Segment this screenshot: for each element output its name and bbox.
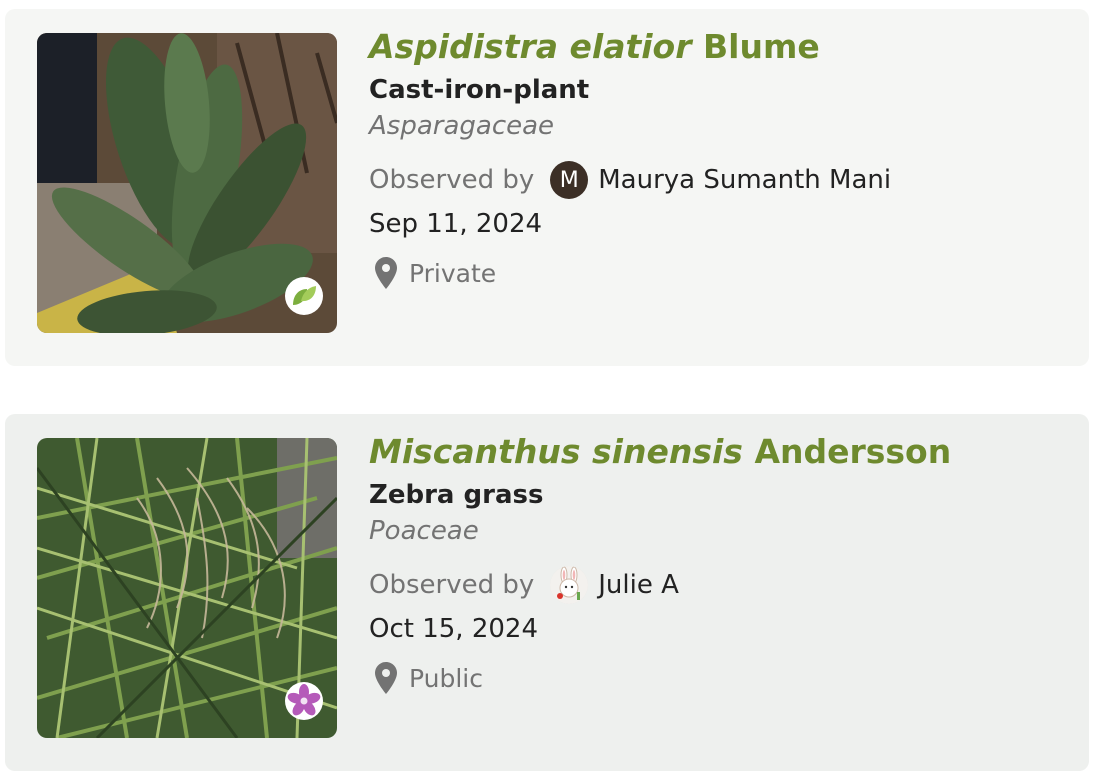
location-row: Private xyxy=(369,257,1079,290)
observer-row: Observed by M Maurya Sumanth Mani xyxy=(369,161,1079,200)
avatar[interactable]: M xyxy=(550,161,589,200)
scientific-name[interactable]: Miscanthus sinensis Andersson xyxy=(369,432,1079,471)
flower-icon xyxy=(285,682,323,720)
observation-date: Oct 15, 2024 xyxy=(369,614,538,645)
observed-by-label: Observed by xyxy=(369,165,535,196)
observation-card[interactable]: Aspidistra elatior Blume Cast-iron-plant… xyxy=(5,9,1089,366)
location-row: Public xyxy=(369,662,1079,695)
observation-info: Miscanthus sinensis Andersson Zebra gras… xyxy=(369,432,1079,695)
authority: Andersson xyxy=(754,432,952,471)
map-pin-icon xyxy=(375,662,397,695)
observation-date: Sep 11, 2024 xyxy=(369,209,543,240)
observation-card[interactable]: Miscanthus sinensis Andersson Zebra gras… xyxy=(5,414,1089,771)
map-pin-icon xyxy=(375,257,397,290)
avatar[interactable] xyxy=(550,566,589,605)
leaf-icon xyxy=(285,277,323,315)
genus-species[interactable]: Miscanthus sinensis xyxy=(369,432,743,471)
observation-photo[interactable] xyxy=(37,438,337,738)
location-label: Private xyxy=(409,258,497,288)
observer-row: Observed by Julie A xyxy=(369,566,1079,605)
family-name: Asparagaceae xyxy=(369,111,555,142)
location-label: Public xyxy=(409,663,483,693)
common-name: Zebra grass xyxy=(369,480,544,511)
observation-photo[interactable] xyxy=(37,33,337,333)
authority: Blume xyxy=(703,27,820,66)
observation-info: Aspidistra elatior Blume Cast-iron-plant… xyxy=(369,27,1079,290)
family-name: Poaceae xyxy=(369,516,479,547)
scientific-name[interactable]: Aspidistra elatior Blume xyxy=(369,27,1079,66)
observer-name[interactable]: Maurya Sumanth Mani xyxy=(598,165,891,195)
bunny-avatar-icon xyxy=(550,566,589,605)
observer-name[interactable]: Julie A xyxy=(598,570,679,600)
observed-by-label: Observed by xyxy=(369,570,535,601)
genus-species[interactable]: Aspidistra elatior xyxy=(369,27,692,66)
common-name: Cast-iron-plant xyxy=(369,75,590,106)
